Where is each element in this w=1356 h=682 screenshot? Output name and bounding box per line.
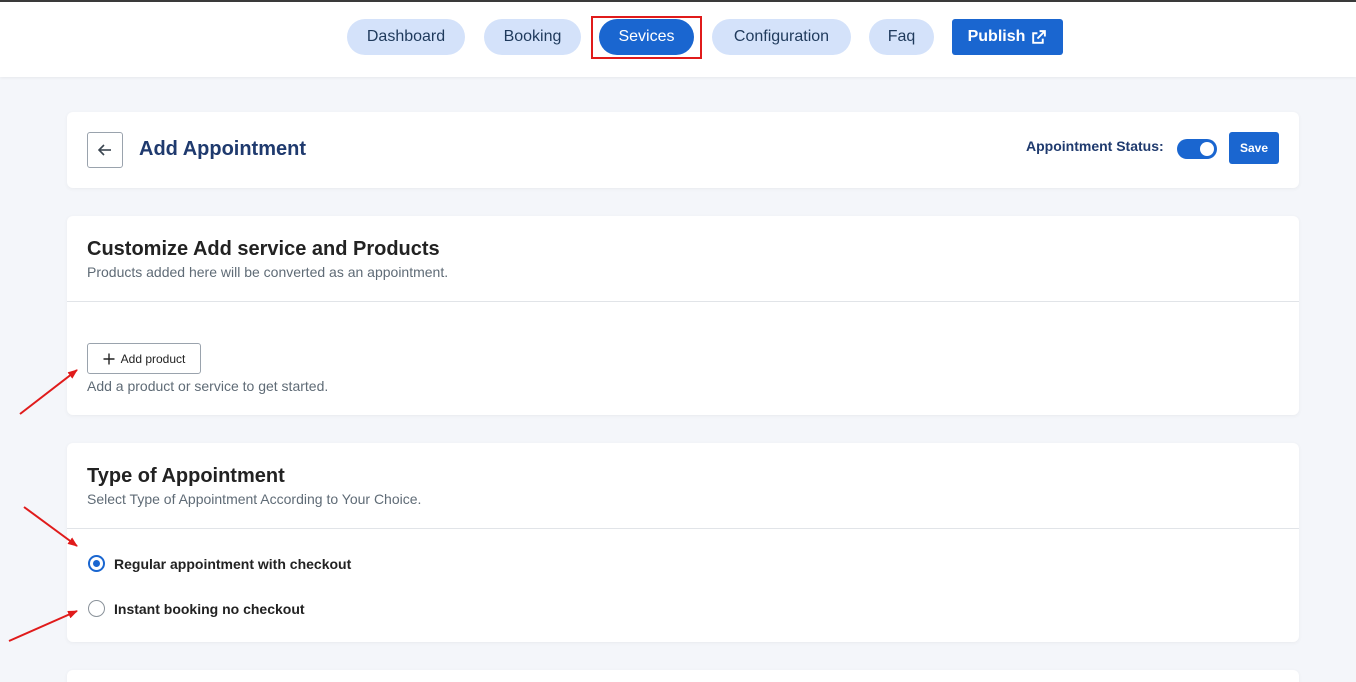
publish-label: Publish bbox=[967, 28, 1026, 45]
plus-icon bbox=[103, 353, 115, 364]
back-button[interactable] bbox=[87, 132, 123, 168]
radio-button-instant[interactable] bbox=[88, 600, 105, 617]
add-product-label: Add product bbox=[120, 351, 186, 366]
add-product-button[interactable]: Add product bbox=[87, 343, 201, 374]
appointment-type-subtitle: Select Type of Appointment According to … bbox=[87, 491, 422, 507]
appointment-status-toggle[interactable] bbox=[1177, 139, 1217, 159]
appointment-type-title: Type of Appointment bbox=[87, 465, 285, 487]
products-card: Customize Add service and Products Produ… bbox=[67, 216, 1299, 415]
top-navigation-bar: Dashboard Booking Sevices Configuration … bbox=[0, 0, 1356, 77]
radio-label-regular: Regular appointment with checkout bbox=[114, 555, 352, 572]
arrow-left-icon bbox=[98, 144, 111, 156]
nav-tab-dashboard[interactable]: Dashboard bbox=[347, 19, 465, 55]
appointment-type-card: Type of Appointment Select Type of Appoi… bbox=[67, 443, 1299, 642]
products-section-subtitle: Products added here will be converted as… bbox=[87, 264, 449, 280]
appointment-type-divider bbox=[67, 528, 1299, 529]
nav-tab-faq[interactable]: Faq bbox=[869, 19, 934, 55]
products-divider bbox=[67, 301, 1299, 302]
nav-tab-services[interactable]: Sevices bbox=[599, 19, 694, 55]
radio-button-regular[interactable] bbox=[88, 555, 105, 572]
external-link-icon bbox=[1032, 29, 1047, 44]
appointment-status-label: Appointment Status: bbox=[1026, 138, 1164, 154]
radio-label-instant: Instant booking no checkout bbox=[114, 600, 305, 617]
products-section-title: Customize Add service and Products bbox=[87, 238, 440, 260]
publish-button[interactable]: Publish bbox=[952, 19, 1063, 55]
page-title: Add Appointment bbox=[139, 138, 307, 160]
nav-tab-configuration[interactable]: Configuration bbox=[712, 19, 851, 55]
page-header-card: Add Appointment Appointment Status: Save bbox=[67, 112, 1299, 188]
add-product-helper-text: Add a product or service to get started. bbox=[87, 378, 329, 394]
nav-tab-booking[interactable]: Booking bbox=[484, 19, 581, 55]
next-section-card bbox=[67, 670, 1299, 682]
radio-option-instant-booking[interactable]: Instant booking no checkout bbox=[88, 600, 305, 617]
save-button[interactable]: Save bbox=[1229, 132, 1279, 164]
radio-option-regular-appointment[interactable]: Regular appointment with checkout bbox=[88, 555, 351, 572]
